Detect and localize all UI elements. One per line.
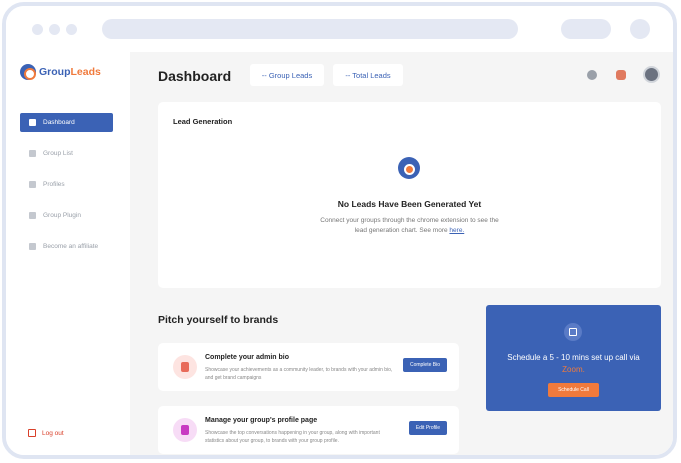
- task-description: Showcase the top conversations happening…: [205, 430, 380, 444]
- profiles-icon: [29, 181, 36, 188]
- main-content: Dashboard -- Group Leads -- Total Leads …: [130, 52, 673, 455]
- sidebar-item-label: Dashboard: [43, 119, 75, 126]
- sidebar-item-group-list[interactable]: Group List: [20, 144, 113, 163]
- task-title: Complete your admin bio: [205, 354, 290, 361]
- task-description: Showcase your achievements as a communit…: [205, 367, 393, 381]
- affiliate-icon: [29, 243, 36, 250]
- address-bar[interactable]: [102, 19, 518, 39]
- calendar-icon: [564, 323, 582, 341]
- sidebar-item-group-plugin[interactable]: Group Plugin: [20, 206, 113, 225]
- browser-top-bar: [6, 6, 673, 52]
- sidebar-item-label: Group Plugin: [43, 212, 81, 219]
- lead-generation-card: Lead Generation No Leads Have Been Gener…: [158, 102, 661, 288]
- help-icon[interactable]: [587, 70, 597, 80]
- page-title: Dashboard: [158, 68, 232, 84]
- complete-bio-button[interactable]: Complete Bio: [402, 358, 447, 372]
- dashboard-icon: [29, 119, 36, 126]
- schedule-call-button[interactable]: Schedule Call: [548, 383, 599, 397]
- sidebar-item-label: Group List: [43, 150, 73, 157]
- sidebar-item-profiles[interactable]: Profiles: [20, 175, 113, 194]
- sidebar-item-dashboard[interactable]: Dashboard: [20, 113, 113, 132]
- edit-profile-button[interactable]: Edit Profile: [408, 421, 447, 435]
- sidebar: GroupLeads Dashboard Group List Profiles…: [6, 52, 130, 455]
- group-leads-badge[interactable]: -- Group Leads: [250, 64, 324, 86]
- sidebar-item-affiliate[interactable]: Become an affiliate: [20, 237, 113, 256]
- window-dot-icon: [66, 24, 77, 35]
- cloud-icon: [395, 157, 423, 183]
- zoom-call-text: Schedule a 5 - 10 mins set up call via Z…: [507, 353, 640, 374]
- window-dot-icon: [49, 24, 60, 35]
- logout-icon: [28, 429, 36, 437]
- logout-button[interactable]: Log out: [28, 429, 64, 437]
- profile-page-card: Manage your group's profile page Showcas…: [158, 406, 459, 454]
- see-more-link[interactable]: here.: [449, 227, 464, 234]
- notification-icon[interactable]: [616, 70, 626, 80]
- browser-circle-button[interactable]: [630, 19, 650, 39]
- total-leads-badge[interactable]: -- Total Leads: [333, 64, 403, 86]
- user-icon: [173, 355, 197, 379]
- plugin-icon: [29, 212, 36, 219]
- profile-page-icon: [173, 418, 197, 442]
- sidebar-item-label: Profiles: [43, 181, 65, 188]
- zoom-call-card: Schedule a 5 - 10 mins set up call via Z…: [486, 305, 661, 411]
- empty-state-heading: No Leads Have Been Generated Yet: [337, 199, 482, 209]
- browser-window: GroupLeads Dashboard Group List Profiles…: [2, 2, 677, 459]
- browser-pill-button[interactable]: [561, 19, 611, 39]
- empty-state-description: Connect your groups through the chrome e…: [320, 217, 499, 234]
- task-title: Manage your group's profile page: [205, 417, 318, 424]
- avatar[interactable]: [643, 66, 660, 83]
- logout-label: Log out: [42, 429, 64, 437]
- logo[interactable]: GroupLeads: [20, 64, 101, 80]
- group-list-icon: [29, 150, 36, 157]
- logo-icon: [20, 64, 36, 80]
- sidebar-item-label: Become an affiliate: [43, 243, 99, 250]
- pitch-section-title: Pitch yourself to brands: [158, 314, 279, 326]
- logo-text: GroupLeads: [39, 66, 101, 78]
- window-dot-icon: [32, 24, 43, 35]
- lead-generation-title: Lead Generation: [173, 117, 233, 126]
- admin-bio-card: Complete your admin bio Showcase your ac…: [158, 343, 459, 391]
